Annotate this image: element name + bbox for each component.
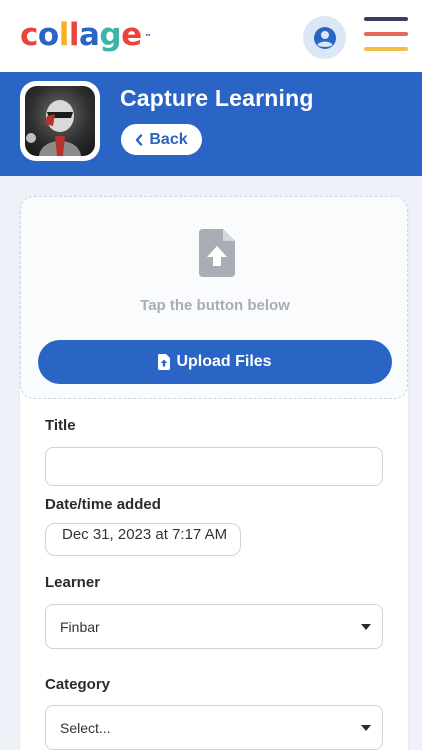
user-circle-icon <box>313 26 336 49</box>
date-added-label: Date/time added <box>45 496 161 513</box>
category-select[interactable]: Select... <box>45 705 383 750</box>
logo-letter: e <box>121 17 142 53</box>
learner-avatar <box>20 81 100 161</box>
collage-logo[interactable]: collage ™ <box>20 17 152 53</box>
file-upload-icon <box>199 229 235 277</box>
title-input[interactable] <box>45 447 383 486</box>
top-app-bar: collage ™ <box>0 0 422 72</box>
menu-line <box>364 32 408 36</box>
avatar-image <box>25 86 95 156</box>
logo-letter: l <box>58 17 70 53</box>
chevron-left-icon <box>136 133 143 146</box>
logo-letter: g <box>99 17 122 53</box>
logo-letter: o <box>37 17 59 53</box>
hamburger-menu-button[interactable] <box>364 17 408 55</box>
upload-hint: Tap the button below <box>140 297 290 314</box>
logo-letter: c <box>20 17 38 53</box>
learner-label: Learner <box>45 574 101 591</box>
capture-form-card: Tap the button below Upload Files Title … <box>20 196 408 750</box>
profile-button[interactable] <box>303 16 346 59</box>
menu-line <box>364 17 408 21</box>
back-button[interactable]: Back <box>121 124 202 155</box>
upload-button-label: Upload Files <box>176 353 272 370</box>
upload-dropzone[interactable]: Tap the button below Upload Files <box>20 196 408 399</box>
learner-select[interactable]: Finbar <box>45 604 383 649</box>
file-upload-icon <box>158 354 171 370</box>
category-selected-value: Select... <box>60 719 111 736</box>
caret-down-icon <box>361 624 371 630</box>
learner-selected-value: Finbar <box>60 618 100 635</box>
page-title: Capture Learning <box>120 85 314 111</box>
caret-down-icon <box>361 725 371 731</box>
title-label: Title <box>45 417 76 434</box>
logo-letter: l <box>68 17 80 53</box>
menu-line <box>364 47 408 51</box>
logo-trademark: ™ <box>144 33 152 41</box>
logo-letter: a <box>78 17 100 53</box>
category-label: Category <box>45 676 111 693</box>
page-header: Capture Learning Back <box>0 72 422 176</box>
date-added-field[interactable]: Dec 31, 2023 at 7:17 AM <box>45 523 241 556</box>
upload-files-button[interactable]: Upload Files <box>38 340 392 384</box>
avatar-figure-icon <box>26 100 81 156</box>
back-button-label: Back <box>149 130 188 148</box>
